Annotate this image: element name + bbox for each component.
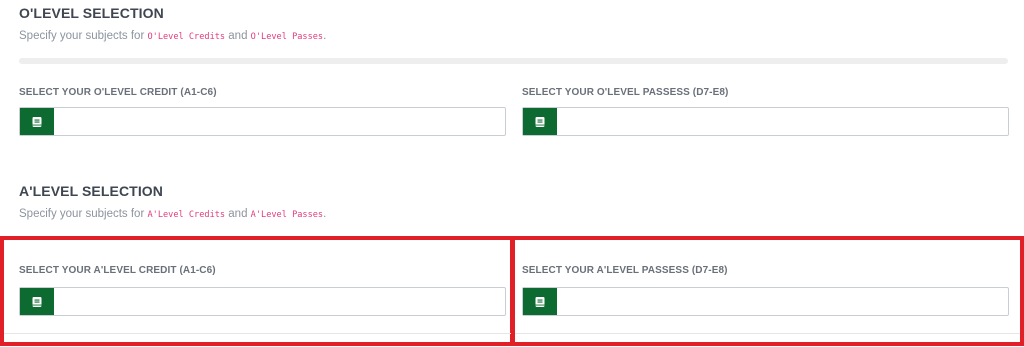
olevel-section-description: Specify your subjects for O'Level Credit… <box>19 30 326 42</box>
alevel-credit-select[interactable] <box>19 287 506 316</box>
olevel-credit-label: SELECT YOUR O'LEVEL CREDIT (A1-C6) <box>19 87 217 98</box>
olevel-passes-label: SELECT YOUR O'LEVEL PASSESS (D7-E8) <box>522 87 729 98</box>
row-bottom-line <box>4 333 511 334</box>
olevel-desc-and: and <box>225 30 251 42</box>
olevel-section-title: O'LEVEL SELECTION <box>19 5 164 21</box>
subject-selection-form: O'LEVEL SELECTION Specify your subjects … <box>0 0 1024 347</box>
olevel-passes-input[interactable] <box>557 108 1008 135</box>
alevel-passes-input[interactable] <box>557 288 1008 315</box>
olevel-passes-code: O'Level Passes <box>250 32 324 42</box>
book-icon <box>20 108 54 135</box>
olevel-credit-select[interactable] <box>19 107 506 136</box>
alevel-desc-suffix: . <box>323 208 327 220</box>
alevel-desc-prefix: Specify your subjects for <box>19 208 148 220</box>
section-divider <box>19 58 1008 64</box>
olevel-passes-select[interactable] <box>522 107 1009 136</box>
alevel-passes-code: A'Level Passes <box>250 210 324 220</box>
book-icon <box>20 288 54 315</box>
alevel-credit-input[interactable] <box>54 288 505 315</box>
alevel-credits-code: A'Level Credits <box>147 210 226 220</box>
book-icon <box>523 108 557 135</box>
alevel-section-title: A'LEVEL SELECTION <box>19 183 164 199</box>
alevel-passes-select[interactable] <box>522 287 1009 316</box>
olevel-desc-suffix: . <box>323 30 327 42</box>
olevel-credits-code: O'Level Credits <box>147 32 226 42</box>
alevel-credit-label: SELECT YOUR A'LEVEL CREDIT (A1-C6) <box>19 265 216 276</box>
olevel-credit-input[interactable] <box>54 108 505 135</box>
alevel-passes-label: SELECT YOUR A'LEVEL PASSESS (D7-E8) <box>522 265 728 276</box>
book-icon <box>523 288 557 315</box>
olevel-desc-prefix: Specify your subjects for <box>19 30 148 42</box>
row-bottom-line <box>515 333 1020 334</box>
alevel-section-description: Specify your subjects for A'Level Credit… <box>19 208 326 220</box>
alevel-desc-and: and <box>225 208 251 220</box>
